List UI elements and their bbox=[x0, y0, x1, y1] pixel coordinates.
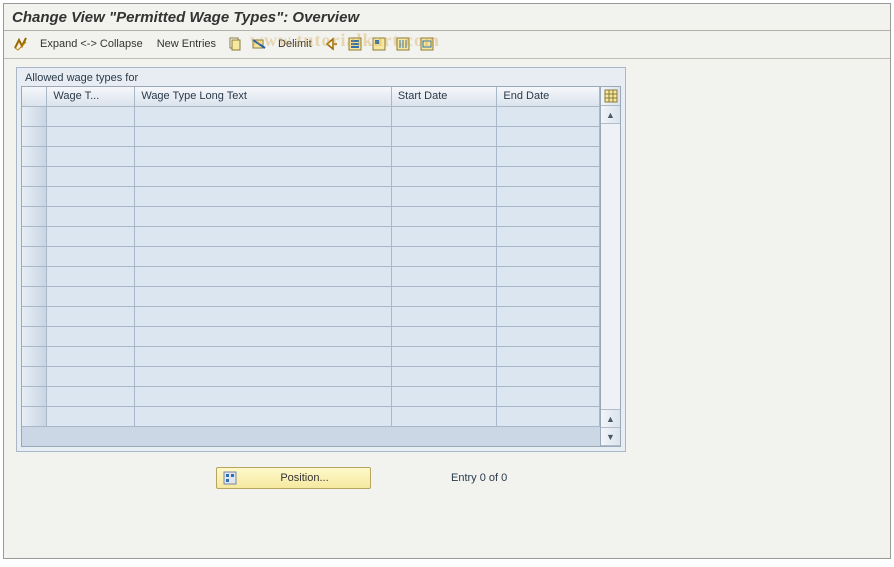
col-end-date[interactable]: End Date bbox=[497, 87, 600, 106]
select-all-icon[interactable] bbox=[346, 35, 364, 53]
position-label: Position... bbox=[245, 472, 364, 484]
scroll-track[interactable] bbox=[601, 124, 620, 410]
row-selector[interactable] bbox=[22, 246, 47, 266]
table-row bbox=[22, 306, 600, 326]
position-button[interactable]: Position... bbox=[216, 467, 371, 489]
toolbar: Expand <-> Collapse New Entries Delimit bbox=[4, 31, 890, 59]
entry-status: Entry 0 of 0 bbox=[451, 472, 507, 484]
row-selector[interactable] bbox=[22, 406, 47, 426]
position-icon bbox=[223, 471, 237, 485]
row-selector[interactable] bbox=[22, 366, 47, 386]
row-selector[interactable] bbox=[22, 106, 47, 126]
row-selector[interactable] bbox=[22, 206, 47, 226]
table-row bbox=[22, 126, 600, 146]
table-row bbox=[22, 286, 600, 306]
row-selector[interactable] bbox=[22, 266, 47, 286]
row-selector-header[interactable] bbox=[22, 87, 47, 106]
table-row bbox=[22, 186, 600, 206]
table-row bbox=[22, 346, 600, 366]
select-block-icon[interactable] bbox=[370, 35, 388, 53]
col-long-text[interactable]: Wage Type Long Text bbox=[135, 87, 392, 106]
row-selector[interactable] bbox=[22, 286, 47, 306]
table-row bbox=[22, 386, 600, 406]
wage-types-table: Wage T... Wage Type Long Text Start Date… bbox=[22, 87, 600, 427]
allowed-wage-types-panel: Allowed wage types for Wage T... Wage Ty… bbox=[16, 67, 626, 452]
table-row bbox=[22, 206, 600, 226]
deselect-all-icon[interactable] bbox=[394, 35, 412, 53]
row-selector[interactable] bbox=[22, 346, 47, 366]
table-row bbox=[22, 406, 600, 426]
delete-icon[interactable] bbox=[250, 35, 268, 53]
row-selector[interactable] bbox=[22, 306, 47, 326]
scroll-up-icon[interactable]: ▲ bbox=[601, 106, 620, 124]
table-row bbox=[22, 366, 600, 386]
page-title: Change View "Permitted Wage Types": Over… bbox=[12, 9, 882, 26]
copy-icon[interactable] bbox=[226, 35, 244, 53]
col-start-date[interactable]: Start Date bbox=[391, 87, 497, 106]
expand-collapse-button[interactable]: Expand <-> Collapse bbox=[36, 38, 147, 50]
col-wage-type[interactable]: Wage T... bbox=[47, 87, 135, 106]
undo-icon[interactable] bbox=[322, 35, 340, 53]
table-row bbox=[22, 226, 600, 246]
scroll-down2-icon[interactable]: ▼ bbox=[601, 428, 620, 446]
scroll-down-icon[interactable]: ▲ bbox=[601, 410, 620, 428]
table-row bbox=[22, 326, 600, 346]
table-row bbox=[22, 166, 600, 186]
table-row bbox=[22, 146, 600, 166]
table-row bbox=[22, 246, 600, 266]
panel-title: Allowed wage types for bbox=[17, 68, 625, 86]
row-selector[interactable] bbox=[22, 126, 47, 146]
row-selector[interactable] bbox=[22, 146, 47, 166]
row-selector[interactable] bbox=[22, 386, 47, 406]
delimit-button[interactable]: Delimit bbox=[274, 38, 316, 50]
row-selector[interactable] bbox=[22, 326, 47, 346]
new-entries-button[interactable]: New Entries bbox=[153, 38, 220, 50]
table-settings-icon[interactable] bbox=[601, 87, 620, 106]
config-icon[interactable] bbox=[418, 35, 436, 53]
row-selector[interactable] bbox=[22, 226, 47, 246]
table-row bbox=[22, 266, 600, 286]
toggle-view-icon[interactable] bbox=[12, 35, 30, 53]
row-selector[interactable] bbox=[22, 166, 47, 186]
row-selector[interactable] bbox=[22, 186, 47, 206]
table-row bbox=[22, 106, 600, 126]
